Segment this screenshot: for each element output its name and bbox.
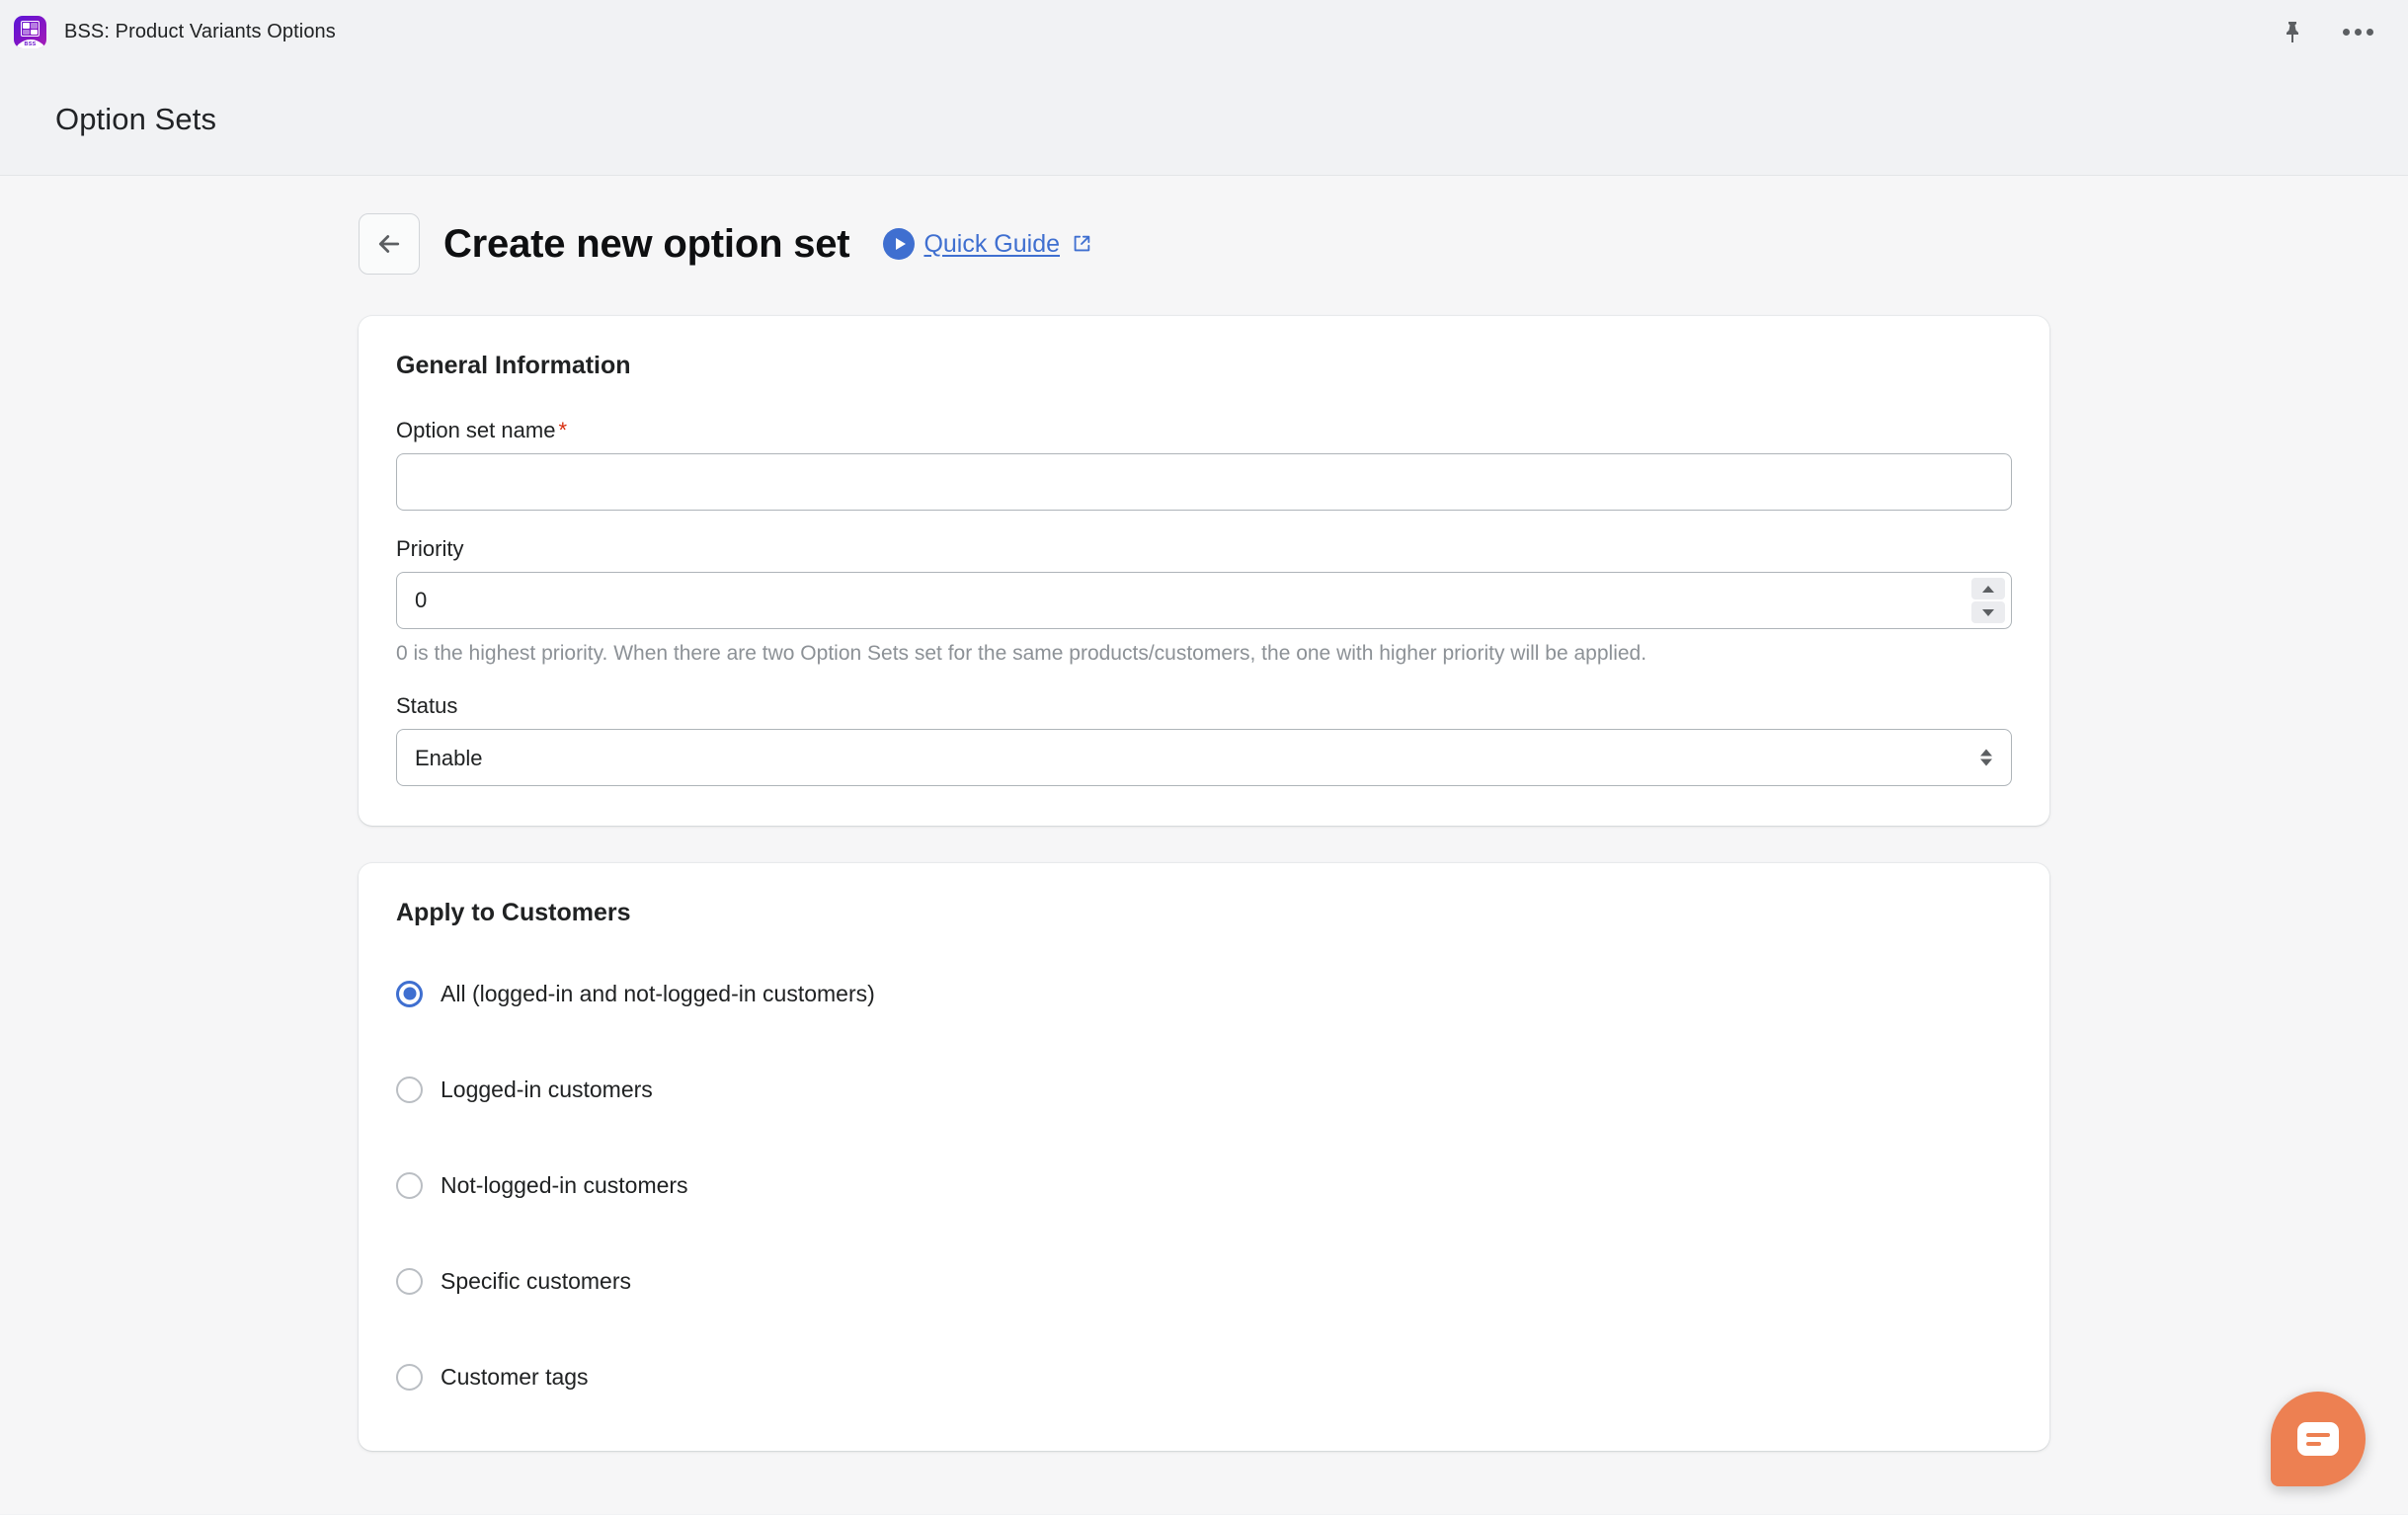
content-area: Create new option set Quick Guide Genera… — [0, 176, 2408, 1514]
radio-mark-icon — [396, 1076, 423, 1103]
form-header-row: Create new option set Quick Guide — [359, 213, 2049, 275]
priority-label: Priority — [396, 536, 2012, 562]
page-title: Option Sets — [55, 102, 216, 137]
chat-bubble-icon — [2297, 1422, 2339, 1456]
chat-widget-button[interactable] — [2271, 1392, 2366, 1486]
priority-input[interactable] — [396, 572, 2012, 629]
caret-up-icon[interactable] — [1971, 578, 2005, 599]
priority-stepper — [1971, 578, 2005, 623]
radio-mark-icon — [396, 1172, 423, 1199]
radio-option-logged-in[interactable]: Logged-in customers — [396, 1061, 2012, 1118]
customer-scope-radio-group: All (logged-in and not-logged-in custome… — [396, 965, 2012, 1405]
back-button[interactable] — [359, 213, 420, 275]
app-bar-actions — [2276, 16, 2374, 49]
app-logo-text: BSS — [14, 41, 46, 47]
grid-glyph — [21, 21, 40, 37]
grid-cell — [31, 23, 38, 29]
radio-label: Logged-in customers — [441, 1076, 653, 1103]
content-wrapper: Create new option set Quick Guide Genera… — [359, 176, 2049, 1451]
radio-mark-icon — [396, 1364, 423, 1391]
status-select-wrapper: Enable — [396, 729, 2012, 786]
play-circle-icon[interactable] — [883, 228, 915, 260]
general-information-card: General Information Option set name* Pri… — [359, 316, 2049, 826]
priority-field: Priority 0 is the highest priority. When… — [396, 536, 2012, 668]
grid-cell — [23, 30, 30, 36]
app-identity: BSS BSS: Product Variants Options — [14, 16, 336, 48]
app-title: BSS: Product Variants Options — [64, 21, 336, 43]
radio-mark-icon — [396, 981, 423, 1007]
more-horizontal-icon[interactable] — [2341, 16, 2374, 49]
app-top-bar: BSS BSS: Product Variants Options — [0, 0, 2408, 64]
radio-option-customer-tags[interactable]: Customer tags — [396, 1348, 2012, 1405]
radio-option-specific-customers[interactable]: Specific customers — [396, 1252, 2012, 1310]
status-select[interactable]: Enable — [396, 729, 2012, 786]
pin-icon[interactable] — [2276, 16, 2309, 49]
radio-option-not-logged-in[interactable]: Not-logged-in customers — [396, 1156, 2012, 1214]
priority-input-wrapper — [396, 572, 2012, 629]
app-logo-icon: BSS — [14, 16, 46, 48]
form-heading: Create new option set — [443, 222, 849, 267]
external-link-icon[interactable] — [1071, 233, 1092, 255]
dot — [2355, 29, 2362, 36]
option-set-name-field: Option set name* — [396, 418, 2012, 511]
option-set-name-input[interactable] — [396, 453, 2012, 511]
status-label: Status — [396, 693, 2012, 719]
radio-label: Not-logged-in customers — [441, 1172, 688, 1199]
dot — [2367, 29, 2373, 36]
quick-guide-link[interactable]: Quick Guide — [923, 230, 1060, 259]
required-marker: * — [558, 418, 567, 442]
priority-help-text: 0 is the highest priority. When there ar… — [396, 640, 2012, 668]
status-field: Status Enable — [396, 693, 2012, 786]
radio-label: Specific customers — [441, 1268, 631, 1295]
radio-label: All (logged-in and not-logged-in custome… — [441, 981, 875, 1007]
general-information-title: General Information — [396, 352, 2012, 380]
option-set-name-label-text: Option set name — [396, 418, 555, 442]
option-set-name-label: Option set name* — [396, 418, 2012, 443]
apply-to-customers-title: Apply to Customers — [396, 899, 2012, 927]
more-dots — [2343, 29, 2373, 36]
radio-label: Customer tags — [441, 1364, 589, 1391]
grid-cell — [31, 30, 38, 36]
radio-mark-icon — [396, 1268, 423, 1295]
section-header: Option Sets — [0, 64, 2408, 176]
quick-guide-group: Quick Guide — [883, 228, 1092, 260]
apply-to-customers-card: Apply to Customers All (logged-in and no… — [359, 863, 2049, 1451]
app-logo-footer: BSS — [14, 40, 46, 48]
dot — [2343, 29, 2350, 36]
caret-down-icon[interactable] — [1971, 601, 2005, 623]
grid-cell — [23, 23, 30, 29]
radio-option-all[interactable]: All (logged-in and not-logged-in custome… — [396, 965, 2012, 1022]
